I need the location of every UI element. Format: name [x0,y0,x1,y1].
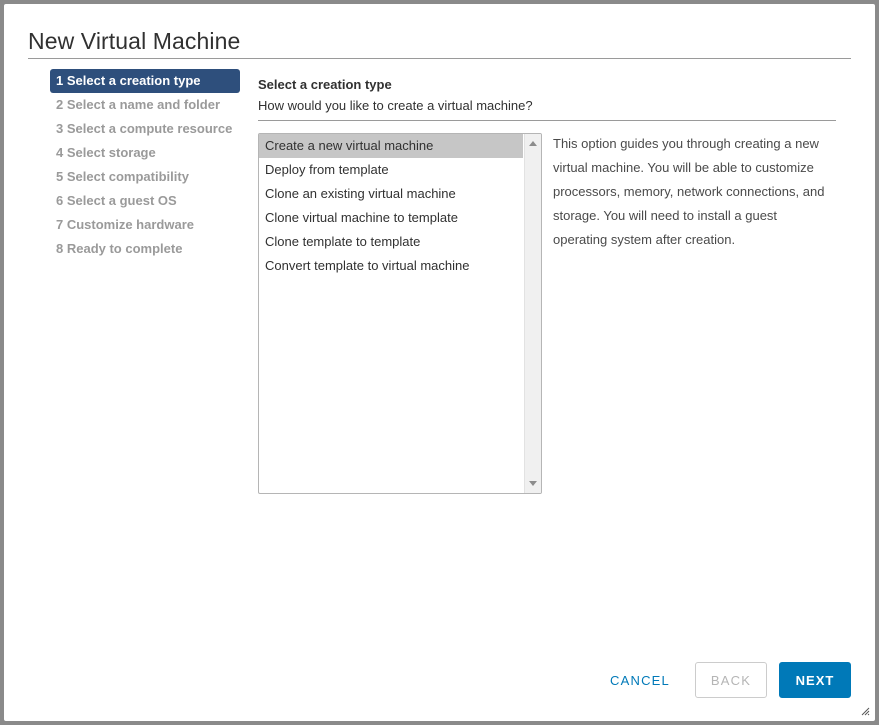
content-heading: Select a creation type [258,77,392,92]
triangle-up-icon[interactable] [529,141,537,146]
step-2-select-name-and-folder: 2 Select a name and folder [56,97,221,112]
option-create-new-vm[interactable]: Create a new virtual machine [259,134,523,158]
option-deploy-from-template[interactable]: Deploy from template [259,158,523,182]
content-divider [258,120,836,121]
triangle-down-icon[interactable] [529,481,537,486]
step-7-customize-hardware: 7 Customize hardware [56,217,194,232]
option-clone-existing-vm[interactable]: Clone an existing virtual machine [259,182,523,206]
step-4-select-storage: 4 Select storage [56,145,156,160]
step-8-ready-to-complete: 8 Ready to complete [56,241,183,256]
step-6-select-guest-os: 6 Select a guest OS [56,193,177,208]
next-button[interactable]: NEXT [779,662,851,698]
content-subheading: How would you like to create a virtual m… [258,98,533,113]
listbox-scrollbar[interactable] [524,134,541,493]
wizard-steps: 1 Select a creation type 2 Select a name… [50,69,240,261]
title-divider [28,58,851,59]
step-3-select-compute-resource: 3 Select a compute resource [56,121,233,136]
new-vm-dialog: New Virtual Machine 1 Select a creation … [4,4,875,721]
creation-type-listbox[interactable]: Create a new virtual machine Deploy from… [258,133,542,494]
cancel-button[interactable]: CANCEL [602,662,678,698]
back-button[interactable]: BACK [695,662,767,698]
step-content-header: Select a creation type How would you lik… [258,76,836,121]
resize-grip-icon[interactable] [861,707,870,716]
option-description: This option guides you through creating … [553,136,825,247]
option-convert-template-to-vm[interactable]: Convert template to virtual machine [259,254,523,278]
step-5-select-compatibility: 5 Select compatibility [56,169,189,184]
dialog-title: New Virtual Machine [28,28,241,54]
option-clone-vm-to-template[interactable]: Clone virtual machine to template [259,206,523,230]
option-clone-template-to-template[interactable]: Clone template to template [259,230,523,254]
step-1-select-creation-type[interactable]: 1 Select a creation type [50,69,240,93]
